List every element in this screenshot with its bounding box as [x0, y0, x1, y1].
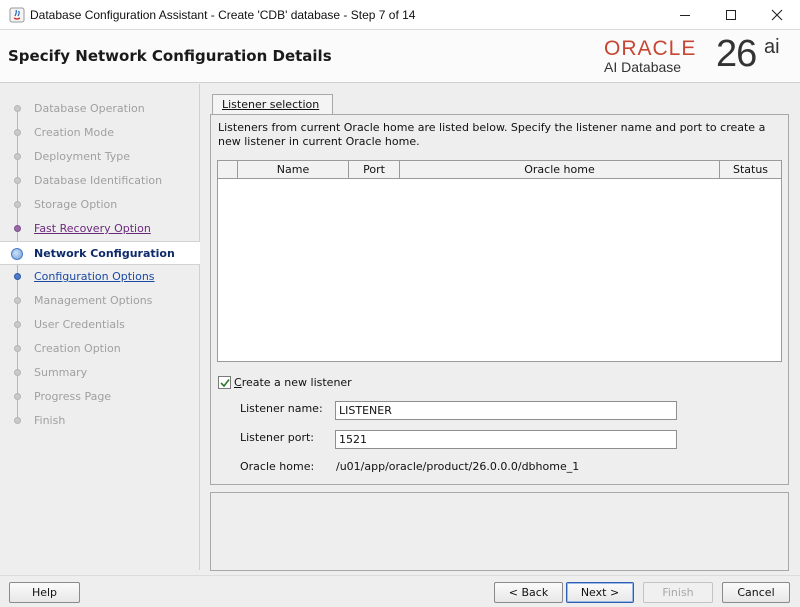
oracle-home-value: /u01/app/oracle/product/26.0.0.0/dbhome_… [336, 460, 580, 473]
title-bar: Database Configuration Assistant - Creat… [0, 0, 800, 30]
create-listener-checkbox-row[interactable]: Create a new listener [218, 375, 352, 389]
checkmark-icon [220, 378, 230, 387]
step-label: Creation Mode [34, 126, 115, 139]
back-button[interactable]: < Back [494, 582, 563, 603]
close-button[interactable] [754, 0, 800, 30]
table-header: Name Port Oracle home Status [218, 161, 781, 179]
window-title: Database Configuration Assistant - Creat… [30, 8, 416, 22]
column-header-port[interactable]: Port [349, 161, 400, 178]
step-indicator-icon [14, 105, 21, 112]
step-indicator-icon [14, 393, 21, 400]
step-indicator-icon [14, 273, 21, 280]
step-indicator-icon [14, 417, 21, 424]
minimize-button[interactable] [662, 0, 708, 30]
step-creation-mode: Creation Mode [0, 121, 200, 145]
step-summary: Summary [0, 361, 200, 385]
listener-name-input[interactable] [335, 401, 677, 420]
step-indicator-icon [14, 369, 21, 376]
step-indicator-icon [14, 297, 21, 304]
step-progress-page: Progress Page [0, 385, 200, 409]
listener-table[interactable]: Name Port Oracle home Status [217, 160, 782, 362]
step-user-credentials: User Credentials [0, 313, 200, 337]
page-title: Specify Network Configuration Details [8, 47, 332, 65]
step-network-configuration[interactable]: Network Configuration [0, 241, 200, 265]
cancel-button[interactable]: Cancel [722, 582, 790, 603]
column-header-oracle-home[interactable]: Oracle home [400, 161, 720, 178]
message-area [210, 492, 789, 571]
create-listener-label: Create a new listener [234, 376, 352, 389]
step-label: Finish [34, 414, 66, 427]
step-indicator-icon [14, 225, 21, 232]
step-label: Fast Recovery Option [34, 222, 151, 235]
step-label: Storage Option [34, 198, 118, 211]
product-version-suffix: ai [764, 36, 780, 58]
step-label: Creation Option [34, 342, 121, 355]
step-creation-option: Creation Option [0, 337, 200, 361]
java-app-icon [9, 7, 25, 23]
column-header-status[interactable]: Status [720, 161, 781, 178]
finish-button[interactable]: Finish [643, 582, 713, 603]
step-database-identification: Database Identification [0, 169, 200, 193]
listener-port-input[interactable] [335, 430, 677, 449]
footer-divider [0, 575, 800, 576]
step-storage-option: Storage Option [0, 193, 200, 217]
oracle-logo: ORACLE [604, 37, 697, 60]
listener-name-label: Listener name: [240, 402, 323, 415]
step-indicator-icon [14, 177, 21, 184]
step-label: Progress Page [34, 390, 112, 403]
step-label: Network Configuration [34, 247, 175, 260]
step-label: User Credentials [34, 318, 125, 331]
column-header-select[interactable] [218, 161, 238, 178]
tab-label: Listener selection [222, 98, 320, 111]
oracle-home-label: Oracle home: [240, 460, 315, 473]
product-name: AI Database [604, 59, 682, 75]
step-navigator: Database Operation Creation Mode Deploymen… [0, 84, 200, 570]
listener-description: Listeners from current Oracle home are l… [218, 121, 766, 148]
create-listener-label-rest: reate a new listener [241, 375, 352, 389]
step-indicator-icon [14, 201, 21, 208]
step-label: Database Identification [34, 174, 163, 187]
step-finish: Finish [0, 409, 200, 433]
next-button[interactable]: Next > [566, 582, 634, 603]
page-header: Specify Network Configuration Details OR… [0, 30, 800, 83]
create-listener-mnemonic: C [234, 375, 242, 389]
step-label: Configuration Options [34, 270, 155, 283]
step-indicator-icon [14, 345, 21, 352]
step-label: Summary [34, 366, 88, 379]
step-indicator-icon [11, 248, 23, 260]
maximize-button[interactable] [708, 0, 754, 30]
column-header-name[interactable]: Name [238, 161, 349, 178]
step-indicator-icon [14, 129, 21, 136]
step-label: Database Operation [34, 102, 145, 115]
step-label: Deployment Type [34, 150, 131, 163]
step-configuration-options[interactable]: Configuration Options [0, 265, 200, 289]
maximize-icon [726, 10, 736, 20]
help-button[interactable]: Help [9, 582, 80, 603]
close-icon [771, 9, 783, 21]
step-database-operation: Database Operation [0, 97, 200, 121]
create-listener-checkbox[interactable] [218, 375, 231, 389]
step-fast-recovery-option[interactable]: Fast Recovery Option [0, 217, 200, 241]
step-indicator-icon [14, 153, 21, 160]
tab-listener-selection[interactable]: Listener selection [212, 94, 333, 115]
step-management-options: Management Options [0, 289, 200, 313]
step-indicator-icon [14, 321, 21, 328]
product-version: 26 [716, 33, 757, 75]
step-deployment-type: Deployment Type [0, 145, 200, 169]
step-label: Management Options [34, 294, 153, 307]
minimize-icon [680, 15, 690, 16]
listener-port-label: Listener port: [240, 431, 315, 444]
